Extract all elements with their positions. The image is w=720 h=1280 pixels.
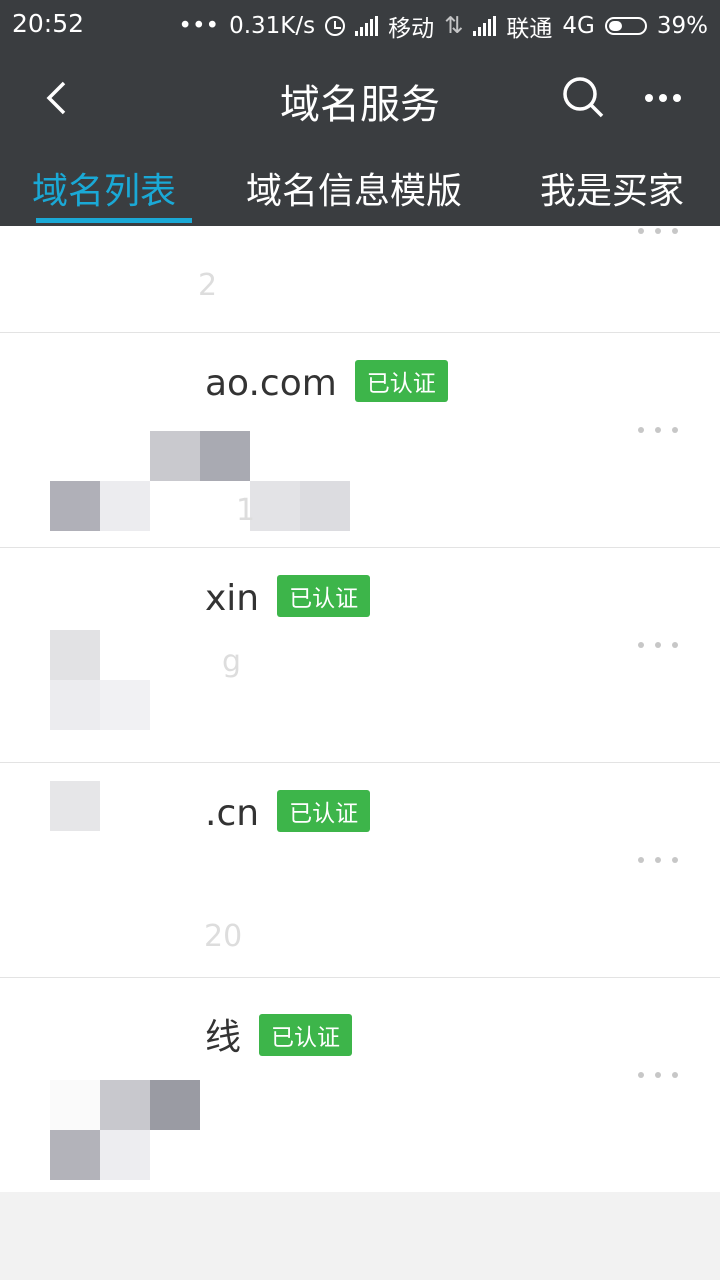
row-more-icon[interactable] bbox=[638, 640, 680, 652]
tab-buyer[interactable]: 我是买家 bbox=[540, 162, 684, 214]
search-icon[interactable] bbox=[560, 74, 606, 120]
verified-badge: 已认证 bbox=[259, 1014, 353, 1056]
mosaic-block bbox=[100, 1080, 150, 1130]
mosaic-block bbox=[100, 1130, 150, 1180]
mosaic-block bbox=[50, 1130, 100, 1180]
tab-active-indicator bbox=[36, 218, 192, 223]
domain-text: xin bbox=[205, 578, 260, 619]
mosaic-block bbox=[150, 431, 200, 481]
list-item[interactable]: 2 bbox=[0, 226, 720, 332]
status-time: 20:52 bbox=[12, 9, 85, 38]
row-faint-text: g bbox=[222, 644, 242, 679]
list-item[interactable]: 线已认证 bbox=[0, 977, 720, 1192]
mosaic-block bbox=[100, 680, 150, 730]
list-item[interactable]: xin 已认证 g bbox=[0, 547, 720, 762]
mosaic-block bbox=[50, 481, 100, 531]
data-transfer-icon: ⇅ bbox=[444, 13, 464, 39]
domain-name: .cn 已认证 bbox=[205, 790, 371, 836]
signal-icon bbox=[355, 16, 379, 36]
signal-icon-2 bbox=[473, 16, 497, 36]
list-footer-area bbox=[0, 1192, 720, 1280]
status-bar: 20:52 ••• 0.31K/s 移动 ⇅ 联通 4G 39% bbox=[0, 0, 720, 50]
nav-bar: 域名服务 bbox=[0, 50, 720, 144]
battery-percent: 39% bbox=[656, 13, 708, 39]
domain-name: ao.com 已认证 bbox=[205, 360, 448, 406]
alarm-icon bbox=[325, 16, 346, 36]
domain-name: xin 已认证 bbox=[205, 575, 371, 621]
battery-icon bbox=[604, 17, 647, 35]
domain-text: 线 bbox=[205, 1017, 242, 1058]
mosaic-block bbox=[50, 1080, 100, 1130]
list-item[interactable]: ao.com 已认证 1 bbox=[0, 332, 720, 547]
row-faint-text: 20 bbox=[204, 919, 243, 954]
row-more-icon[interactable] bbox=[638, 855, 680, 867]
verified-badge: 已认证 bbox=[277, 790, 371, 832]
list-item[interactable]: .cn 已认证 20 bbox=[0, 762, 720, 977]
carrier-2: 联通 bbox=[506, 16, 553, 42]
mosaic-block bbox=[50, 630, 100, 680]
row-faint-text: 2 bbox=[198, 268, 218, 303]
network-type: 4G bbox=[562, 13, 595, 39]
mosaic-block bbox=[250, 481, 300, 531]
status-dots: ••• bbox=[178, 13, 220, 39]
tab-domain-list[interactable]: 域名列表 bbox=[32, 162, 176, 214]
mosaic-block bbox=[200, 431, 250, 481]
mosaic-block bbox=[300, 481, 350, 531]
row-more-icon[interactable] bbox=[638, 1070, 680, 1082]
domain-name: 线已认证 bbox=[205, 1008, 353, 1060]
mosaic-block bbox=[50, 680, 100, 730]
row-more-icon[interactable] bbox=[638, 226, 680, 238]
mosaic-block bbox=[50, 781, 100, 831]
tab-bar: 域名列表 域名信息模版 我是买家 bbox=[0, 144, 720, 226]
more-icon[interactable] bbox=[640, 80, 686, 116]
tab-domain-info-template[interactable]: 域名信息模版 bbox=[246, 162, 462, 214]
mosaic-block bbox=[150, 1080, 200, 1130]
verified-badge: 已认证 bbox=[277, 575, 371, 617]
verified-badge: 已认证 bbox=[354, 360, 448, 402]
row-faint-text: 1 bbox=[236, 493, 256, 528]
carrier-1: 移动 bbox=[388, 16, 435, 42]
row-more-icon[interactable] bbox=[638, 425, 680, 437]
domain-text: ao.com bbox=[205, 363, 337, 404]
domain-list: 2 ao.com 已认证 1 xin 已认证 g .cn 已认证 20 线 已认… bbox=[0, 226, 720, 1192]
network-speed: 0.31K/s bbox=[229, 13, 316, 39]
page-title: 域名服务 bbox=[280, 82, 440, 128]
status-right: ••• 0.31K/s 移动 ⇅ 联通 4G 39% bbox=[178, 9, 708, 43]
domain-text: .cn bbox=[205, 793, 260, 834]
mosaic-block bbox=[100, 481, 150, 531]
